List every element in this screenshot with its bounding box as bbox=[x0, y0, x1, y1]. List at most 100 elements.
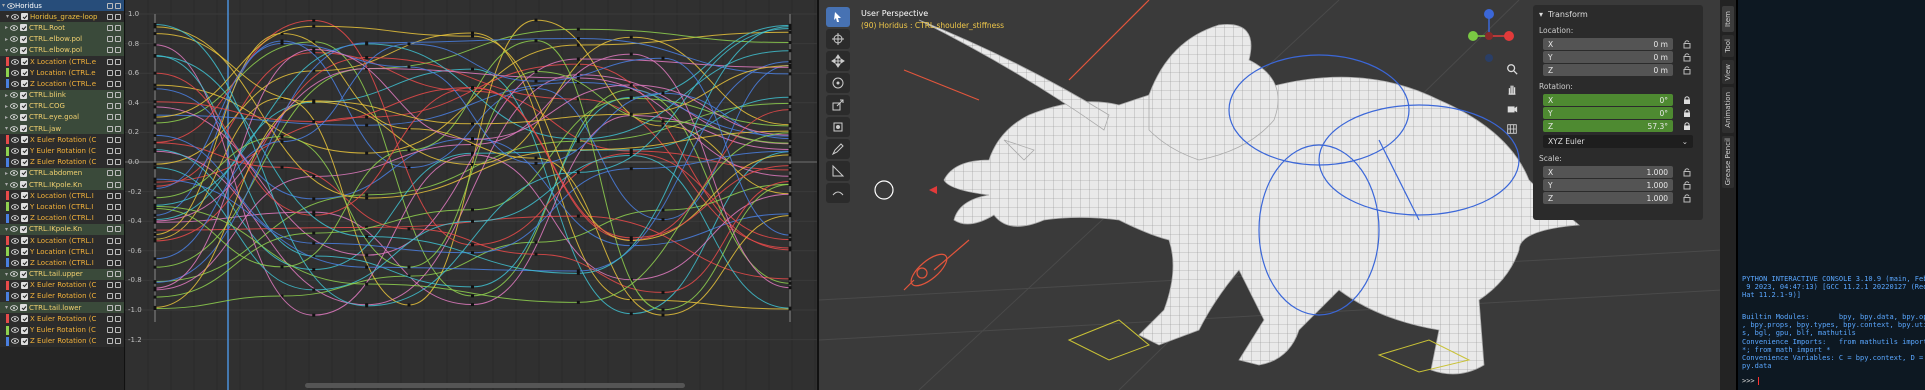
fcurve-channel-row[interactable]: Y Location (CTRL.I bbox=[0, 246, 124, 258]
keyframe-point[interactable] bbox=[576, 300, 580, 304]
checkbox-icon[interactable] bbox=[21, 136, 28, 144]
eye-icon[interactable] bbox=[11, 58, 19, 66]
group-channel-row[interactable]: ▸ CTRL.Root bbox=[0, 22, 124, 34]
fcurve-channel-row[interactable]: Y Location (CTRL.e bbox=[0, 67, 124, 79]
keyframe-point[interactable] bbox=[661, 119, 665, 123]
keyframe-point[interactable] bbox=[629, 112, 633, 116]
keyframe-point[interactable] bbox=[471, 294, 474, 298]
keyframe-point[interactable] bbox=[629, 238, 633, 242]
checkbox-icon[interactable] bbox=[21, 326, 28, 334]
channel-list[interactable]: ▾ Horidus ▾ Horidus_graze-loop ▸ CTRL.Root ▸ CT… bbox=[0, 0, 125, 390]
keyframe-point[interactable] bbox=[576, 170, 580, 174]
fcurve[interactable] bbox=[154, 43, 791, 260]
channel-lock-icon[interactable] bbox=[107, 69, 124, 76]
keyframe-point[interactable] bbox=[788, 101, 792, 105]
checkbox-icon[interactable] bbox=[21, 192, 28, 200]
keyframe-point[interactable] bbox=[788, 30, 792, 34]
eye-icon[interactable] bbox=[10, 46, 18, 54]
expand-down-icon[interactable]: ▾ bbox=[3, 304, 10, 311]
eye-icon[interactable] bbox=[11, 192, 19, 200]
keyframe-point[interactable] bbox=[534, 39, 538, 43]
group-channel-row[interactable]: ▾ CTRL.IKpole.Kn bbox=[0, 179, 124, 191]
checkbox-icon[interactable] bbox=[21, 281, 28, 289]
keyframe-point[interactable] bbox=[471, 34, 474, 38]
keyframe-point[interactable] bbox=[576, 137, 580, 141]
keyframe-point[interactable] bbox=[312, 174, 316, 178]
tab-animation[interactable]: Animation bbox=[1722, 87, 1734, 133]
scale-y-field[interactable]: Y 1.000 bbox=[1543, 179, 1673, 191]
keyframe-point[interactable] bbox=[280, 265, 284, 269]
fcurve-channel-row[interactable]: X Location (CTRL.I bbox=[0, 234, 124, 247]
lock-open-icon[interactable] bbox=[1682, 193, 1692, 203]
lock-closed-icon[interactable] bbox=[1682, 95, 1692, 105]
keyframe-point[interactable] bbox=[788, 95, 792, 99]
keyframe-point[interactable] bbox=[471, 137, 474, 141]
keyframe-point[interactable] bbox=[661, 290, 665, 294]
channel-lock-icon[interactable] bbox=[107, 315, 124, 322]
group-channel-row[interactable]: ▸ CTRL.blink bbox=[0, 89, 124, 101]
checkbox-icon[interactable] bbox=[20, 125, 27, 133]
keyframe-point[interactable] bbox=[661, 91, 665, 95]
keyframe-point[interactable] bbox=[534, 18, 538, 22]
keyframe-point[interactable] bbox=[471, 67, 474, 71]
channel-lock-icon[interactable] bbox=[107, 148, 124, 155]
keyframe-point[interactable] bbox=[788, 174, 792, 178]
channel-lock-icon[interactable] bbox=[107, 248, 124, 255]
annotate-tool-button[interactable] bbox=[826, 139, 850, 159]
keyframe-point[interactable] bbox=[471, 285, 474, 289]
keyframe-point[interactable] bbox=[788, 238, 792, 242]
channel-lock-icon[interactable] bbox=[107, 159, 124, 166]
eye-icon[interactable] bbox=[10, 125, 18, 133]
keyframe-point[interactable] bbox=[576, 57, 580, 61]
group-channel-row[interactable]: ▸ CTRL.elbow.pol bbox=[0, 33, 124, 45]
keyframe-point[interactable] bbox=[153, 133, 157, 137]
keyframe-point[interactable] bbox=[629, 83, 633, 87]
keyframe-point[interactable] bbox=[365, 253, 369, 257]
lock-open-icon[interactable] bbox=[1682, 65, 1692, 75]
keyframe-point[interactable] bbox=[365, 41, 369, 45]
move-tool-button[interactable] bbox=[826, 51, 850, 71]
keyframe-point[interactable] bbox=[312, 47, 316, 51]
eye-icon[interactable] bbox=[11, 337, 19, 345]
keyframe-point[interactable] bbox=[153, 257, 157, 261]
checkbox-icon[interactable] bbox=[21, 80, 28, 88]
keyframe-point[interactable] bbox=[788, 306, 792, 310]
keyframe-point[interactable] bbox=[788, 180, 792, 184]
location-y-field[interactable]: Y 0 m bbox=[1543, 51, 1673, 63]
eye-icon[interactable] bbox=[11, 315, 19, 323]
keyframe-point[interactable] bbox=[153, 115, 157, 119]
transform-tool-button[interactable] bbox=[826, 117, 850, 137]
eye-icon[interactable] bbox=[10, 24, 18, 32]
checkbox-icon[interactable] bbox=[21, 203, 28, 211]
keyframe-point[interactable] bbox=[153, 105, 157, 109]
keyframe-point[interactable] bbox=[312, 24, 316, 28]
python-console[interactable]: PYTHON INTERACTIVE CONSOLE 3.10.9 (main,… bbox=[1736, 0, 1925, 390]
cursor-tool-button[interactable] bbox=[826, 29, 850, 49]
keyframe-point[interactable] bbox=[471, 208, 474, 212]
navigation-gizmo[interactable] bbox=[1459, 6, 1519, 66]
expand-down-icon[interactable]: ▾ bbox=[3, 47, 10, 54]
expand-right-icon[interactable]: ▸ bbox=[3, 114, 10, 121]
keyframe-point[interactable] bbox=[365, 193, 369, 197]
channel-lock-icon[interactable] bbox=[107, 304, 124, 311]
lock-open-icon[interactable] bbox=[1682, 39, 1692, 49]
checkbox-icon[interactable] bbox=[21, 259, 28, 267]
fcurve-channel-row[interactable]: Z Location (CTRL.I bbox=[0, 212, 124, 224]
group-channel-row[interactable]: ▸ CTRL.abdomen bbox=[0, 167, 124, 179]
channel-lock-icon[interactable] bbox=[107, 47, 124, 54]
eye-icon[interactable] bbox=[11, 281, 19, 289]
lock-open-icon[interactable] bbox=[1682, 180, 1692, 190]
expand-down-icon[interactable]: ▾ bbox=[3, 226, 10, 233]
eye-icon[interactable] bbox=[10, 113, 18, 121]
expand-right-icon[interactable]: ▸ bbox=[3, 24, 10, 31]
channel-lock-icon[interactable] bbox=[107, 181, 124, 188]
keyframe-point[interactable] bbox=[312, 288, 316, 292]
fcurve[interactable] bbox=[154, 132, 791, 303]
channel-lock-icon[interactable] bbox=[107, 215, 124, 222]
console-prompt[interactable]: >>> bbox=[1742, 377, 1759, 385]
keyframe-point[interactable] bbox=[629, 96, 633, 100]
eye-icon[interactable] bbox=[11, 147, 19, 155]
keyframe-point[interactable] bbox=[153, 204, 157, 208]
expand-down-icon[interactable]: ▾ bbox=[3, 271, 10, 278]
keyframe-point[interactable] bbox=[153, 148, 157, 152]
